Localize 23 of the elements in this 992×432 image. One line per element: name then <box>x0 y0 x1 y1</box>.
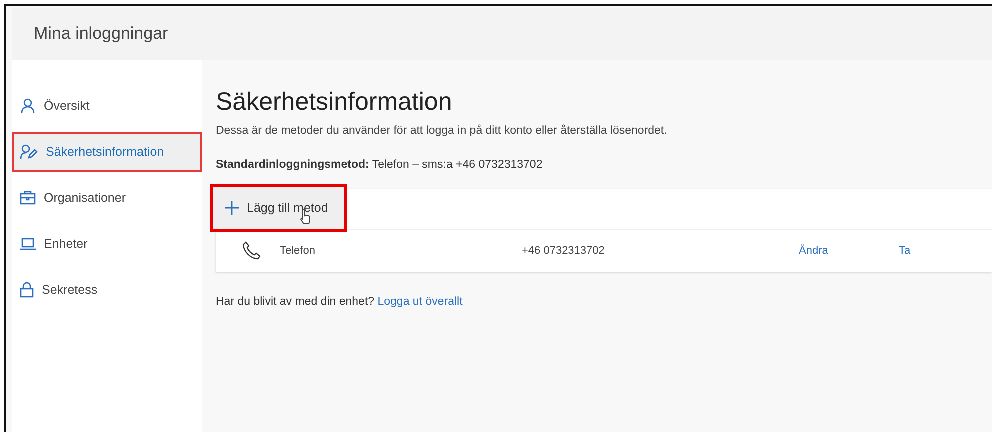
page-title: Säkerhetsinformation <box>216 88 454 117</box>
app-title: Mina inloggningar <box>34 24 168 44</box>
method-type: Telefon <box>280 245 316 257</box>
person-icon <box>20 98 36 114</box>
person-edit-icon <box>20 144 38 160</box>
plus-icon <box>225 201 239 215</box>
phone-icon <box>242 241 262 261</box>
phone-number: +46 0732313702 <box>522 245 606 257</box>
add-method-button[interactable]: Lägg till metod <box>210 184 348 232</box>
lock-icon <box>20 282 34 298</box>
sidebar-item[interactable]: Enheter <box>12 224 202 264</box>
sidebar-item[interactable]: Säkerhetsinformation <box>12 132 202 172</box>
default-method-text: Standardinloggningsmetod: Telefon – sms:a +46 0732313702 <box>216 159 544 171</box>
sidebar-item[interactable]: Översikt <box>12 86 202 126</box>
lost-device-text: Har du blivit av med din enhet? <box>216 296 375 308</box>
sign-out-everywhere-link[interactable]: Logga ut överallt <box>378 296 463 308</box>
sidebar-item[interactable]: Organisationer <box>12 178 202 218</box>
description-text: Dessa är de metoder du använder för att logga in på ditt konto eller återställa lösenordet. <box>216 125 668 137</box>
briefcase-icon <box>20 191 36 205</box>
laptop-icon <box>20 237 36 251</box>
change-link[interactable]: Ändra <box>799 245 899 257</box>
sidebar-item[interactable]: Sekretess <box>12 270 202 310</box>
delete-link[interactable]: Ta <box>899 245 911 257</box>
